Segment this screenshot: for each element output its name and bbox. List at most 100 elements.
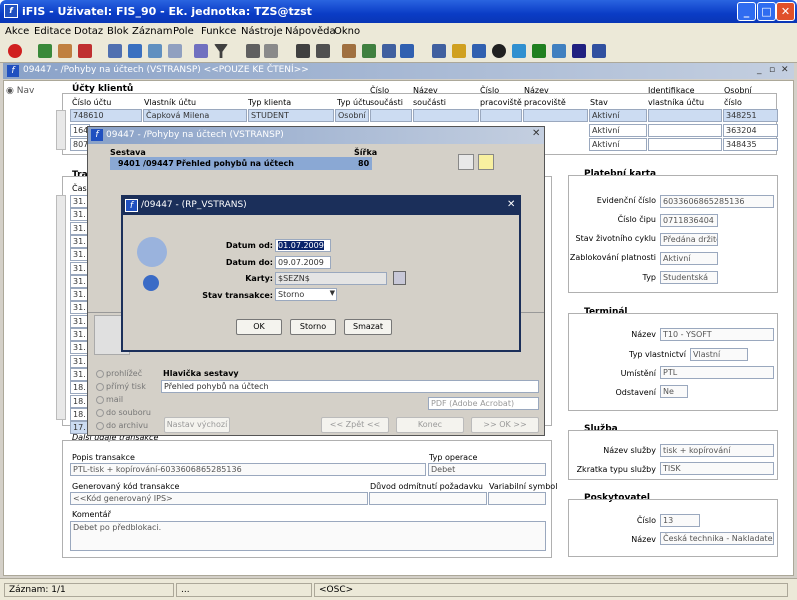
menu-pole[interactable]: Pole	[173, 26, 194, 37]
menu-okno[interactable]: Okno	[334, 26, 360, 37]
report-ok-button[interactable]: >> OK >>	[471, 417, 539, 433]
radio-primy-tisk[interactable]: přímý tisk	[96, 382, 146, 391]
window-minimize-icon[interactable]: _	[757, 65, 762, 75]
menu-akce[interactable]: Akce	[5, 26, 29, 37]
nav-icon[interactable]	[382, 44, 396, 58]
datum-do-field[interactable]: 09.07.2009	[275, 256, 331, 269]
radio-do-archivu[interactable]: do archivu	[96, 421, 148, 430]
ucty-scrollbar[interactable]	[56, 110, 66, 150]
format-select[interactable]: PDF (Adobe Acrobat)	[428, 397, 539, 410]
menu-funkce[interactable]: Funkce	[201, 26, 236, 37]
search-icon[interactable]	[194, 44, 208, 58]
word-icon[interactable]	[458, 154, 474, 170]
list-icon[interactable]	[362, 44, 376, 58]
paste-icon[interactable]	[342, 44, 356, 58]
cip-field[interactable]: 0711836404	[660, 214, 718, 227]
report-close-icon[interactable]: ✕	[532, 128, 540, 139]
menu-editace[interactable]: Editace	[34, 26, 71, 37]
karty-field[interactable]: $SEZN$	[275, 272, 387, 285]
row3-stav[interactable]: Aktivní	[589, 138, 647, 151]
row1-nazev-prac[interactable]	[523, 109, 588, 122]
nastav-vychozi-button[interactable]: Nastav výchozí	[164, 417, 230, 433]
zablok-field[interactable]: Aktivní	[660, 252, 718, 265]
new-record-icon[interactable]	[58, 44, 72, 58]
row2-stav[interactable]: Aktivní	[589, 124, 647, 137]
save-icon[interactable]	[38, 44, 52, 58]
var-field[interactable]	[488, 492, 546, 505]
radio-do-souboru[interactable]: do souboru	[96, 408, 151, 417]
row1-nazev-soucasti[interactable]	[413, 109, 479, 122]
tran-scrollbar[interactable]	[56, 195, 66, 420]
gen-field[interactable]: <<Kód generovaný IPS>	[70, 492, 368, 505]
close-button[interactable]: ✕	[776, 2, 795, 21]
nav-button[interactable]: ◉ Nav	[6, 86, 34, 96]
sum-icon[interactable]	[512, 44, 526, 58]
cut-icon[interactable]	[296, 44, 310, 58]
mail-icon[interactable]	[552, 44, 566, 58]
row3-osobni[interactable]: 348435	[723, 138, 778, 151]
row1-typ-uctu[interactable]: Osobní	[335, 109, 369, 122]
window-restore-icon[interactable]: ▫	[769, 65, 775, 75]
term-odst-field[interactable]: Ne	[660, 385, 688, 398]
param-close-icon[interactable]: ✕	[507, 199, 515, 210]
execute-query-icon[interactable]	[128, 44, 142, 58]
term-nazev-field[interactable]: T10 - YSOFT	[660, 328, 774, 341]
menu-blok[interactable]: Blok	[107, 26, 129, 37]
chart-icon[interactable]	[472, 44, 486, 58]
row1-cislo-soucasti[interactable]	[370, 109, 412, 122]
sluzba-nazev-field[interactable]: tisk + kopírování	[660, 444, 774, 457]
evid-field[interactable]: 6033606865285136	[660, 195, 774, 208]
menu-napoveda[interactable]: Nápověda	[285, 26, 336, 37]
row1-cislo[interactable]: 748610	[70, 109, 142, 122]
clock-icon[interactable]	[492, 44, 506, 58]
help-icon[interactable]	[592, 44, 606, 58]
exit-icon[interactable]	[8, 44, 22, 58]
datum-od-field[interactable]: 01.07.2009	[275, 239, 331, 252]
zpet-button[interactable]: << Zpět <<	[321, 417, 389, 433]
row1-stav[interactable]: Aktivní	[589, 109, 647, 122]
menu-dotaz[interactable]: Dotaz	[74, 26, 103, 37]
info-icon[interactable]	[572, 44, 586, 58]
maximize-button[interactable]: □	[757, 2, 776, 21]
typ-op-field[interactable]: Debet	[428, 463, 546, 476]
popis-field[interactable]: PTL-tisk + kopírování-6033606865285136	[70, 463, 426, 476]
window-close-icon[interactable]: ✕	[781, 65, 789, 75]
row1-cislo-prac[interactable]	[480, 109, 522, 122]
menu-zaznam[interactable]: Záznam	[132, 26, 172, 37]
term-umist-field[interactable]: PTL	[660, 366, 774, 379]
columns-icon[interactable]	[400, 44, 414, 58]
delete-record-icon[interactable]	[78, 44, 92, 58]
stav-cyklu-field[interactable]: Předána držiteli	[660, 233, 718, 246]
print-preview-icon[interactable]	[264, 44, 278, 58]
koment-field[interactable]: Debet po předblokaci.	[70, 521, 546, 551]
stav-transakce-select[interactable]: Storno ▼	[275, 288, 337, 301]
row1-osobni[interactable]: 348251	[723, 109, 778, 122]
minimize-button[interactable]: _	[737, 2, 756, 21]
grid-icon[interactable]	[432, 44, 446, 58]
row1-ident[interactable]	[648, 109, 722, 122]
menu-nastroje[interactable]: Nástroje	[241, 26, 283, 37]
sestava-row[interactable]: 9401 /09447 Přehled pohybů na účtech 80	[110, 157, 372, 170]
hlav-field[interactable]: Přehled pohybů na účtech	[161, 380, 539, 393]
radio-prohlizec[interactable]: prohlížeč	[96, 369, 142, 378]
excel-icon[interactable]	[532, 44, 546, 58]
count-query-icon[interactable]	[148, 44, 162, 58]
row2-ident[interactable]	[648, 124, 722, 137]
karty-list-icon[interactable]	[393, 271, 406, 285]
posk-nazev-field[interactable]: Česká technika - Nakladatelství	[660, 532, 774, 545]
folder-icon[interactable]	[478, 154, 494, 170]
param-ok-button[interactable]: OK	[236, 319, 282, 335]
sluzba-zkr-field[interactable]: TISK	[660, 462, 774, 475]
param-storno-button[interactable]: Storno	[290, 319, 336, 335]
star-icon[interactable]	[452, 44, 466, 58]
radio-mail[interactable]: mail	[96, 395, 123, 404]
konec-button[interactable]: Konec	[396, 417, 464, 433]
row3-ident[interactable]	[648, 138, 722, 151]
enter-query-icon[interactable]	[108, 44, 122, 58]
cancel-query-icon[interactable]	[168, 44, 182, 58]
duvod-field[interactable]	[369, 492, 487, 505]
row1-typ[interactable]: STUDENT	[248, 109, 334, 122]
typ-karty-field[interactable]: Studentská	[660, 271, 718, 284]
term-vlast-field[interactable]: Vlastní	[690, 348, 748, 361]
row1-vlastnik[interactable]: Čapková Milena	[143, 109, 247, 122]
